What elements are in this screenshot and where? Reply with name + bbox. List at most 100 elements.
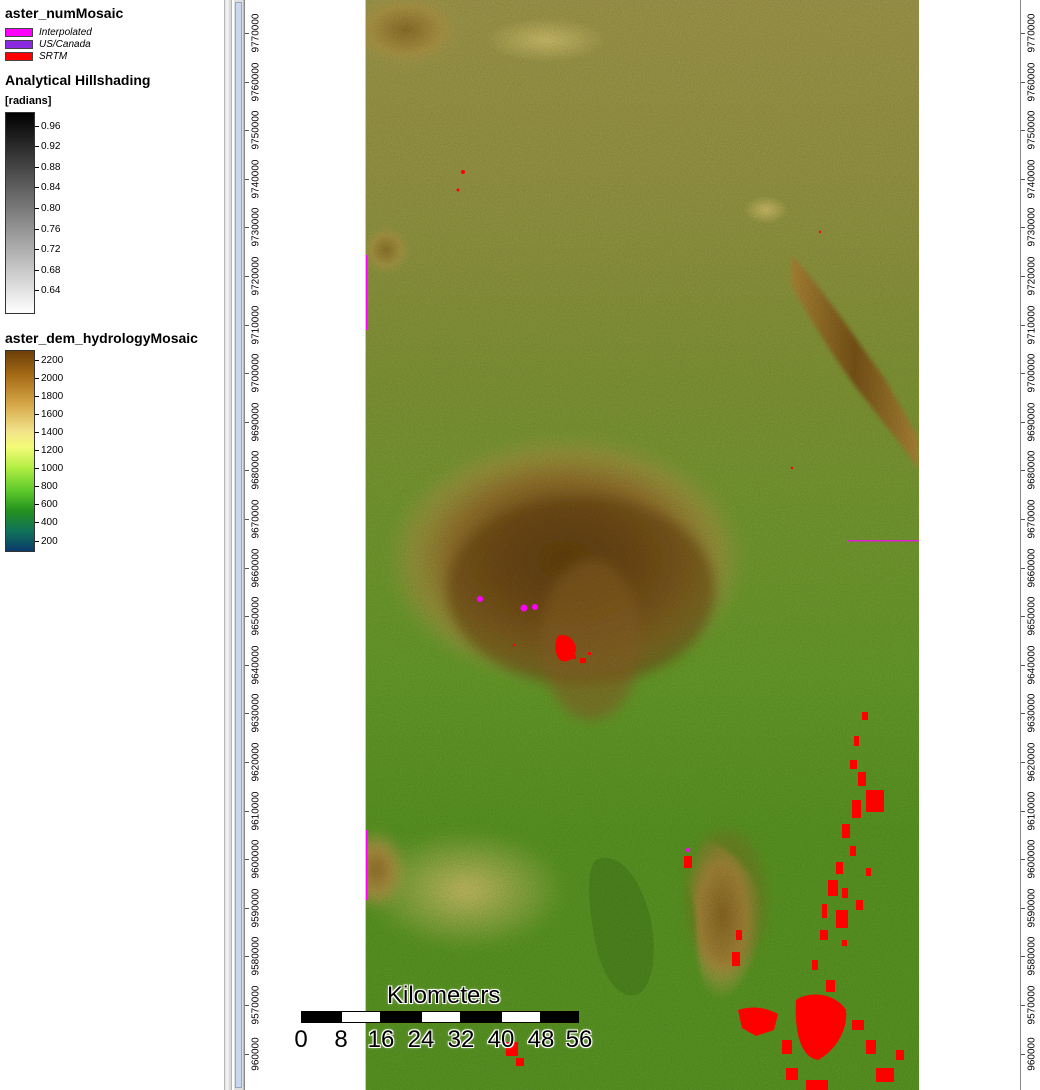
axis-tick (1021, 1005, 1025, 1006)
legend-label-interpolated: Interpolated (39, 27, 92, 38)
axis-tick (245, 130, 249, 132)
axis-label-text: 9650000 (1026, 596, 1038, 636)
scale-bar-title: Kilometers (387, 982, 501, 1009)
legend-panel: aster_numMosaic Interpolated US/Canada S… (0, 0, 224, 1090)
axis-label-text: 9610000 (1026, 791, 1038, 831)
axis-tick (1021, 762, 1025, 763)
axis-tick (1021, 324, 1025, 326)
legend-tick-label: 0.76 (35, 223, 60, 235)
axis-tick (245, 373, 249, 375)
legend-tick-label: 2200 (35, 354, 63, 366)
swatch-srtm (5, 52, 33, 61)
axis-tick (1021, 276, 1025, 277)
axis-label-text: 9610000 (250, 791, 262, 831)
swatch-interpolated (5, 28, 33, 37)
axis-tick (245, 859, 249, 861)
scale-label: 0 (294, 1026, 308, 1053)
axis-tick (245, 178, 249, 180)
axis-label-text: 9720000 (1026, 256, 1038, 296)
axis-tick (1021, 178, 1025, 180)
legend-title-num-mosaic: aster_numMosaic (5, 5, 124, 21)
axis-tick (1021, 519, 1025, 520)
axis-label-text: 9710000 (250, 305, 262, 345)
axis-label-text: 960000 (1026, 1036, 1038, 1071)
legend-tick-label: 0.84 (35, 182, 60, 194)
legend-tick-label: 1800 (35, 390, 63, 402)
scale-segment (421, 1011, 461, 1023)
axis-tick (1021, 33, 1025, 34)
legend-tick-label: 0.92 (35, 141, 60, 153)
legend-label-us-canada: US/Canada (39, 39, 91, 50)
map-canvas[interactable] (366, 0, 919, 1090)
legend-unit-hillshade: [radians] (5, 95, 52, 107)
axis-tick (1021, 810, 1025, 812)
legend-tick-label: 600 (35, 499, 58, 511)
left-coordinate-axis: 9770000 9760000 9750000 9740000 9730000 97200… (244, 0, 264, 1090)
axis-tick (245, 1053, 249, 1055)
axis-tick (245, 33, 249, 34)
axis-label-text: 9660000 (250, 548, 262, 588)
legend-tick-label: 800 (35, 481, 58, 493)
axis-label-text: 9600000 (250, 839, 262, 879)
axis-tick (245, 956, 249, 958)
axis-label-text: 9600000 (1026, 839, 1038, 879)
axis-label-text: 9670000 (1026, 499, 1038, 539)
legend-tick-label: 1400 (35, 426, 63, 438)
axis-tick (245, 81, 249, 83)
axis-tick (1021, 373, 1025, 375)
axis-tick (1021, 1053, 1025, 1055)
axis-tick (1021, 227, 1025, 229)
axis-label-text: 9570000 (1026, 985, 1038, 1025)
axis-label-text: 9730000 (250, 207, 262, 247)
vertical-scrollbar[interactable] (234, 0, 244, 1090)
axis-label-text: 9630000 (250, 693, 262, 733)
legend-tick-label: 0.80 (35, 202, 60, 214)
legend-tick-label: 1600 (35, 408, 63, 420)
scale-segment (341, 1011, 381, 1023)
scrollbar-thumb[interactable] (235, 2, 242, 1088)
legend-tick-label: 0.88 (35, 161, 60, 173)
axis-tick (1021, 421, 1025, 423)
axis-label-text: 9730000 (1026, 207, 1038, 247)
axis-tick (245, 421, 249, 423)
axis-tick (245, 1005, 249, 1006)
axis-label-text: 9690000 (250, 402, 262, 442)
scale-segment (381, 1011, 421, 1023)
axis-tick (245, 567, 249, 569)
axis-tick (1021, 81, 1025, 83)
axis-label-text: 9750000 (250, 110, 262, 150)
scale-label: 40 (487, 1026, 515, 1053)
axis-label-text: 9750000 (1026, 110, 1038, 150)
axis-tick (245, 324, 249, 326)
axis-tick (1021, 956, 1025, 958)
panel-splitter[interactable] (224, 0, 232, 1090)
axis-label-text: 9740000 (250, 159, 262, 199)
axis-tick (1021, 713, 1025, 715)
legend-tick-label: 0.68 (35, 264, 60, 276)
legend-item-interpolated: Interpolated (5, 27, 92, 38)
axis-label-text: 9740000 (1026, 159, 1038, 199)
scale-label: 8 (334, 1026, 348, 1053)
axis-tick (1021, 616, 1025, 618)
legend-tick-label: 400 (35, 517, 58, 529)
legend-label-srtm: SRTM (39, 51, 68, 62)
scale-segment (461, 1011, 501, 1023)
dem-color-ramp (5, 350, 35, 552)
axis-label-text: 9670000 (250, 499, 262, 539)
swatch-us-canada (5, 40, 33, 49)
legend-tick-label: 0.96 (35, 120, 60, 132)
terrain-map (366, 0, 919, 1090)
scale-bar: Kilometers 0 8 16 24 32 40 48 56 (294, 978, 601, 1058)
axis-label-text: 9680000 (250, 450, 262, 490)
scale-segment (541, 1011, 579, 1023)
axis-tick (1021, 907, 1025, 909)
axis-label-text: 9700000 (1026, 353, 1038, 393)
axis-label-text: 960000 (250, 1036, 262, 1071)
axis-label-text: 9680000 (1026, 450, 1038, 490)
axis-label-text: 9620000 (1026, 742, 1038, 782)
scale-label: 56 (565, 1026, 593, 1053)
axis-label-text: 9640000 (250, 645, 262, 685)
axis-label-text: 9570000 (250, 985, 262, 1025)
axis-tick (1021, 567, 1025, 569)
legend-title-hillshade: Analytical Hillshading (5, 72, 151, 88)
